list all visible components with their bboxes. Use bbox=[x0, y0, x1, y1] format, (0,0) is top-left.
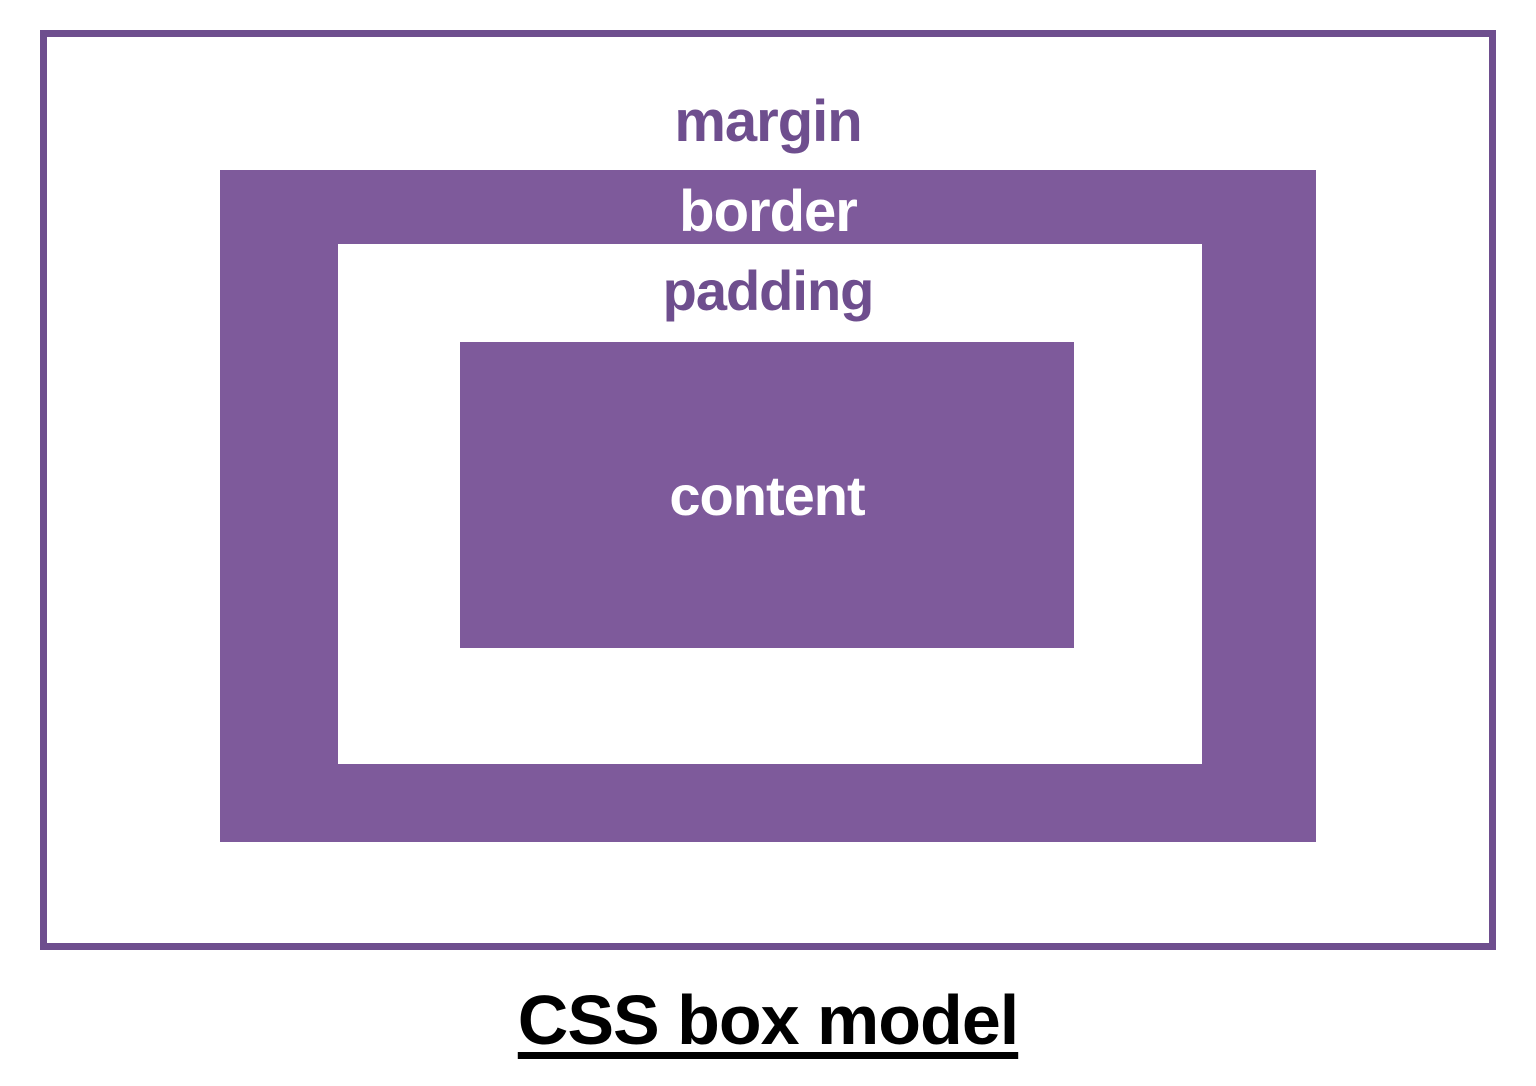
box-model-diagram: margin border padding content bbox=[40, 30, 1496, 950]
margin-label: margin bbox=[40, 88, 1496, 155]
content-label: content bbox=[669, 463, 864, 528]
content-box: content bbox=[460, 342, 1074, 648]
border-label: border bbox=[40, 178, 1496, 245]
diagram-caption: CSS box model bbox=[518, 980, 1018, 1060]
padding-label: padding bbox=[40, 258, 1496, 323]
